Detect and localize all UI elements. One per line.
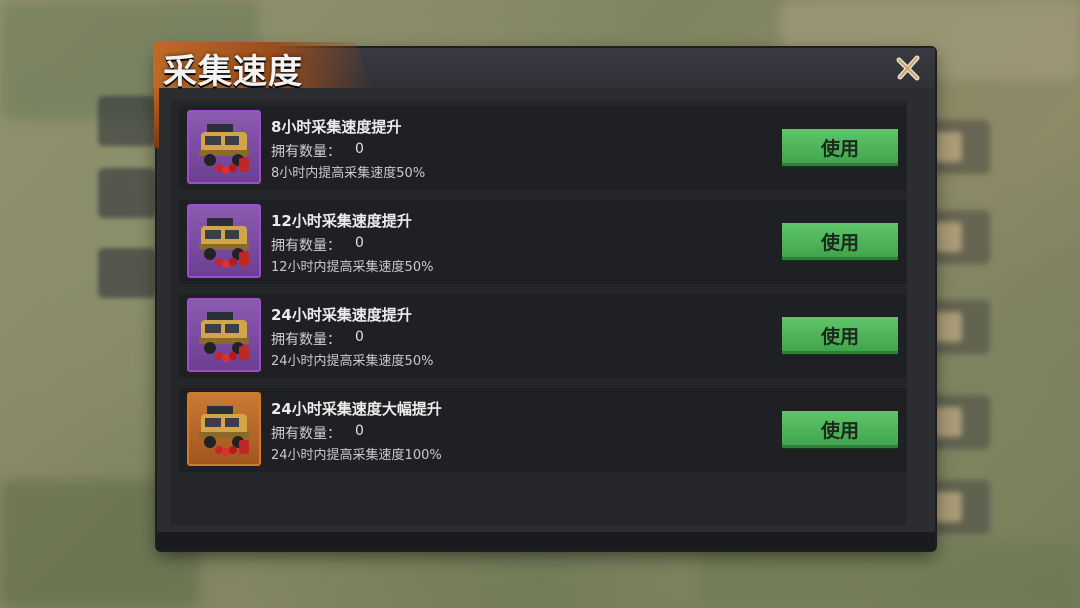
item-icon-frame bbox=[187, 204, 261, 278]
panel-title: 采集速度 bbox=[163, 52, 303, 92]
item-title: 12小时采集速度提升 bbox=[271, 212, 412, 230]
use-button[interactable]: 使用 bbox=[782, 317, 898, 354]
close-x-icon bbox=[896, 55, 920, 81]
item-icon-frame bbox=[187, 298, 261, 372]
item-description: 24小时内提高采集速度50% bbox=[271, 354, 434, 369]
truck-icon bbox=[199, 124, 249, 174]
list-item: 12小时采集速度提升 拥有数量： 0 12小时内提高采集速度50% 使用 bbox=[179, 200, 907, 284]
map-side-tile bbox=[98, 168, 156, 218]
item-title: 8小时采集速度提升 bbox=[271, 118, 402, 136]
item-list: 8小时采集速度提升 拥有数量： 0 8小时内提高采集速度50% 使用 12小时采… bbox=[171, 100, 907, 526]
panel-accent-edge bbox=[154, 78, 159, 148]
quantity-value: 0 bbox=[355, 329, 364, 345]
truck-icon bbox=[199, 218, 249, 268]
quantity-label: 拥有数量： bbox=[271, 144, 341, 160]
truck-icon bbox=[199, 406, 249, 456]
item-icon-frame bbox=[187, 392, 261, 466]
item-description: 8小时内提高采集速度50% bbox=[271, 166, 426, 181]
list-item: 8小时采集速度提升 拥有数量： 0 8小时内提高采集速度50% 使用 bbox=[179, 106, 907, 190]
list-item: 24小时采集速度大幅提升 拥有数量： 0 24小时内提高采集速度100% 使用 bbox=[179, 388, 907, 472]
item-title: 24小时采集速度提升 bbox=[271, 306, 412, 324]
item-title: 24小时采集速度大幅提升 bbox=[271, 400, 442, 418]
item-description: 24小时内提高采集速度100% bbox=[271, 448, 442, 463]
list-item: 24小时采集速度提升 拥有数量： 0 24小时内提高采集速度50% 使用 bbox=[179, 294, 907, 378]
item-icon-frame bbox=[187, 110, 261, 184]
quantity-value: 0 bbox=[355, 235, 364, 251]
quantity-value: 0 bbox=[355, 141, 364, 157]
item-description: 12小时内提高采集速度50% bbox=[271, 260, 434, 275]
close-button[interactable] bbox=[893, 53, 923, 83]
truck-icon bbox=[199, 312, 249, 362]
map-side-tile bbox=[98, 96, 156, 146]
gather-speed-panel: 采集速度 8小时采集速度提升 拥有数量： 0 8小时内提高采集速度50% 使用 … bbox=[153, 42, 935, 550]
quantity-value: 0 bbox=[355, 423, 364, 439]
use-button[interactable]: 使用 bbox=[782, 411, 898, 448]
quantity-label: 拥有数量： bbox=[271, 238, 341, 254]
panel-footer bbox=[157, 532, 935, 550]
use-button[interactable]: 使用 bbox=[782, 129, 898, 166]
map-side-tile bbox=[98, 248, 156, 298]
quantity-label: 拥有数量： bbox=[271, 332, 341, 348]
use-button[interactable]: 使用 bbox=[782, 223, 898, 260]
quantity-label: 拥有数量： bbox=[271, 426, 341, 442]
